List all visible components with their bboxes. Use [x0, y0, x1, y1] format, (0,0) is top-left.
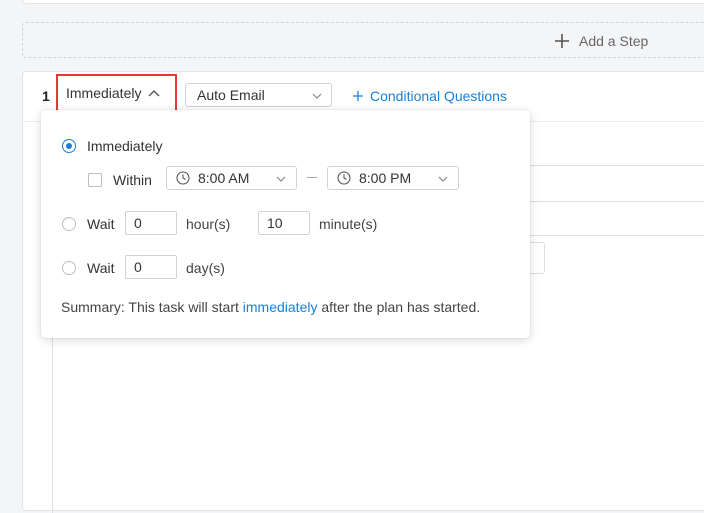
timing-summary: Summary: This task will start immediatel… — [61, 299, 480, 315]
clock-icon — [337, 171, 351, 185]
within-start-value: 8:00 AM — [198, 170, 250, 186]
add-step-label: Add a Step — [579, 33, 649, 49]
conditional-questions-link[interactable]: Conditional Questions — [352, 88, 507, 104]
option-immediately[interactable]: Immediately — [62, 138, 162, 154]
option-immediately-label: Immediately — [87, 138, 163, 154]
within-checkbox[interactable] — [88, 173, 102, 187]
within-end-value: 8:00 PM — [359, 170, 412, 186]
within-end-select[interactable]: 8:00 PM — [327, 166, 459, 190]
range-separator — [307, 177, 317, 178]
background-divider — [523, 201, 704, 202]
step-number: 1 — [42, 88, 50, 104]
within-label: Within — [113, 172, 152, 188]
add-step-button[interactable]: Add a Step — [553, 32, 648, 50]
timing-popover: Immediately Within 8:00 AM 8:00 PM Wait … — [41, 110, 530, 338]
action-type-select[interactable]: Auto Email — [185, 83, 332, 107]
plus-icon — [353, 91, 363, 101]
clock-icon — [176, 171, 190, 185]
chevron-down-icon — [276, 176, 286, 182]
timing-dropdown[interactable]: Immediately — [56, 74, 177, 112]
option-within[interactable]: Within — [88, 172, 152, 188]
wait-label: Wait — [87, 260, 115, 276]
conditional-questions-label: Conditional Questions — [370, 88, 507, 104]
chevron-down-icon — [438, 176, 448, 182]
previous-step-card — [22, 0, 704, 4]
option-wait-days[interactable]: Wait — [62, 260, 114, 276]
action-type-value: Auto Email — [197, 87, 265, 103]
within-start-select[interactable]: 8:00 AM — [166, 166, 297, 190]
chevron-down-icon — [312, 93, 322, 99]
wait-label: Wait — [87, 216, 115, 232]
wait-hours-input[interactable] — [125, 211, 177, 235]
radio-immediately[interactable] — [62, 139, 76, 153]
radio-wait-hours[interactable] — [62, 217, 76, 231]
summary-suffix: after the plan has started. — [317, 299, 481, 315]
hours-unit-label: hour(s) — [186, 216, 231, 232]
summary-prefix: Summary: This task will start — [61, 299, 243, 315]
minutes-unit-label: minute(s) — [319, 216, 378, 232]
days-unit-label: day(s) — [186, 260, 225, 276]
chevron-up-icon — [148, 90, 160, 97]
radio-wait-days[interactable] — [62, 261, 76, 275]
wait-days-input[interactable] — [125, 255, 177, 279]
plus-icon — [555, 34, 569, 48]
background-divider — [523, 165, 704, 166]
background-divider — [523, 235, 704, 236]
wait-minutes-input[interactable] — [258, 211, 310, 235]
summary-highlight: immediately — [242, 299, 318, 315]
add-step-bar[interactable]: Add a Step — [22, 22, 704, 58]
timing-dropdown-label: Immediately — [66, 85, 142, 101]
option-wait-hours[interactable]: Wait — [62, 216, 114, 232]
